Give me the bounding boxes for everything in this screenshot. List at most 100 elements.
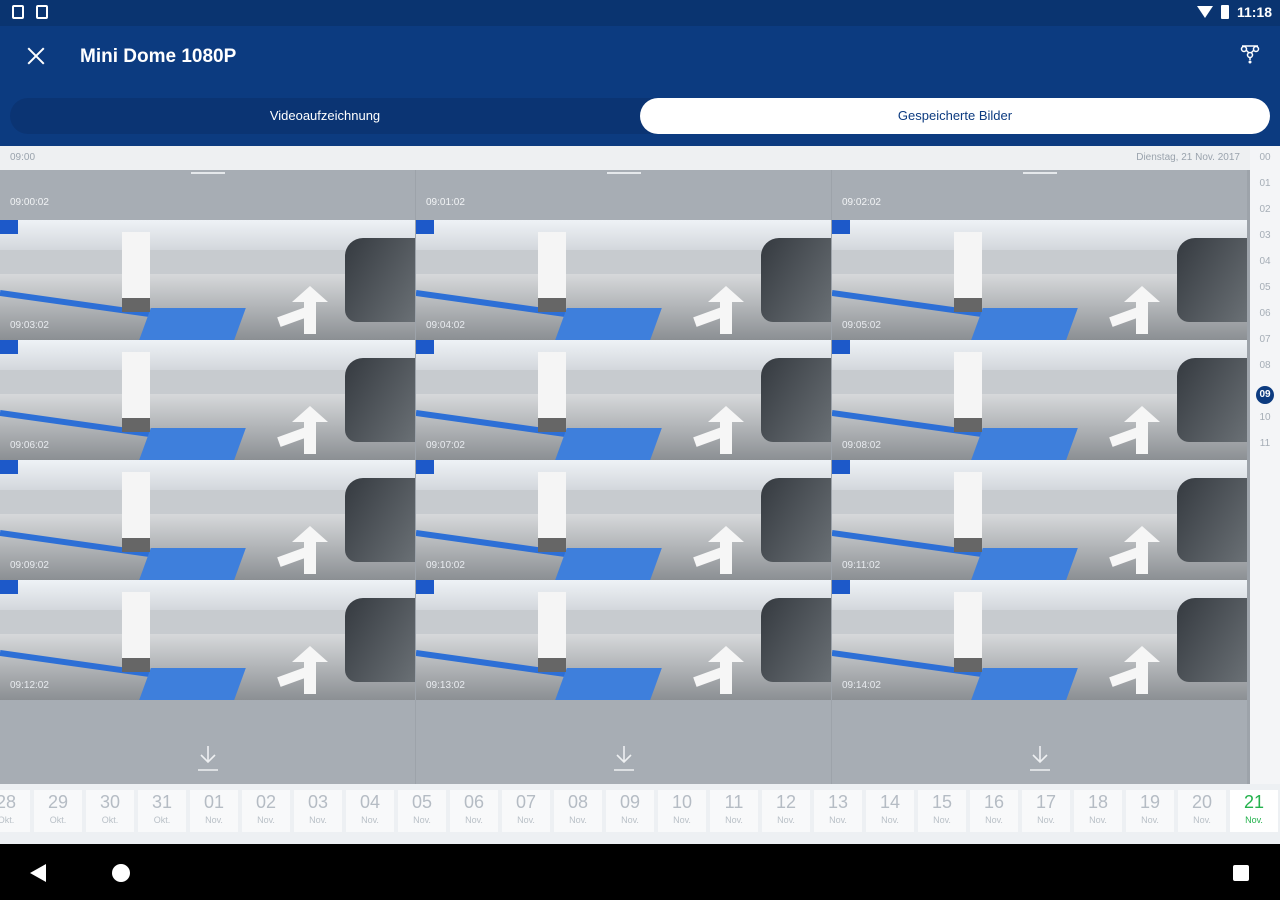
hour-label[interactable]: 03 [1250,230,1280,241]
hour-text: 08 [1259,360,1271,371]
date-chip[interactable]: 28 Okt. [0,790,30,832]
download-icon[interactable] [1028,744,1052,774]
date-chip[interactable]: 05 Nov. [398,790,446,832]
recents-button[interactable] [1233,865,1249,881]
date-chip[interactable]: 01 Nov. [190,790,238,832]
snapshot-thumbnail[interactable]: 09:13:02 [416,580,831,700]
snapshot-thumbnail[interactable]: 09:07:02 [416,340,831,460]
drag-handle[interactable] [606,172,641,174]
date-chip[interactable]: 03 Nov. [294,790,342,832]
hour-label[interactable]: 04 [1250,256,1280,267]
tab-gespeicherte-bilder[interactable]: Gespeicherte Bilder [640,98,1270,134]
snapshot-thumbnail[interactable]: 09:11:02 [832,460,1247,580]
date-chip[interactable]: 07 Nov. [502,790,550,832]
date-chip[interactable]: 06 Nov. [450,790,498,832]
hour-label[interactable]: 05 [1250,282,1280,293]
snapshot-thumbnail[interactable]: 09:08:02 [832,340,1247,460]
hour-scrubber[interactable]: 00 01 02 03 04 05 06 07 08 09 10 11 [1250,146,1280,786]
date-chip[interactable]: 18 Nov. [1074,790,1122,832]
thumbnail-car [345,238,415,322]
thumbnail-pillar [122,472,150,552]
date-chip[interactable]: 15 Nov. [918,790,966,832]
close-icon[interactable] [24,44,48,68]
hour-label[interactable]: 06 [1250,308,1280,319]
thumbnail-timestamp: 09:05:02 [842,320,881,331]
tab-videoaufzeichnung[interactable]: Videoaufzeichnung [10,98,640,134]
date-chip[interactable]: 14 Nov. [866,790,914,832]
hour-label[interactable]: 01 [1250,178,1280,189]
snapshot-thumbnail[interactable]: 09:04:02 [416,220,831,340]
notification-icons [12,5,48,19]
drag-handle[interactable] [1022,172,1057,174]
date-month: Okt. [49,815,67,825]
date-chip[interactable]: 12 Nov. [762,790,810,832]
hour-text: 04 [1259,256,1271,267]
date-chip[interactable]: 09 Nov. [606,790,654,832]
date-chip[interactable]: 11 Nov. [710,790,758,832]
date-chip[interactable]: 08 Nov. [554,790,602,832]
image-grid: 09:00:02 09:03:02 09:06:02 09:09:02 09:12:02… [0,170,1250,784]
thumbnail-timestamp: 09:14:02 [842,680,881,691]
date-day: 04 [359,792,381,812]
clock: 11:18 [1236,4,1272,20]
hour-label[interactable]: 07 [1250,334,1280,345]
date-chip[interactable]: 19 Nov. [1126,790,1174,832]
column-header: 09:02:02 [832,170,1247,220]
date-month: Nov. [465,815,483,825]
status-bar: 11:18 [0,0,1280,26]
thumbnail-pillar [538,472,566,552]
date-chip[interactable]: 04 Nov. [346,790,394,832]
hour-text: 03 [1259,230,1271,241]
network-icon[interactable] [1240,44,1260,64]
snapshot-thumbnail[interactable]: 09:14:02 [832,580,1247,700]
date-strip[interactable]: 28 Okt. 29 Okt. 30 Okt. 31 Okt. 01 Nov. 02 Nov. 03 No… [0,784,1280,844]
download-icon[interactable] [196,744,220,774]
date-chip[interactable]: 13 Nov. [814,790,862,832]
date-chip[interactable]: 21 Nov. [1230,790,1278,832]
thumbnail-pillar [122,232,150,312]
download-icon[interactable] [612,744,636,774]
date-chip[interactable]: 30 Okt. [86,790,134,832]
hour-label[interactable]: 02 [1250,204,1280,215]
date-day: 30 [99,792,121,812]
back-button[interactable] [30,864,46,882]
date-chip[interactable]: 20 Nov. [1178,790,1226,832]
thumbnail-pillar [122,352,150,432]
snapshot-thumbnail[interactable]: 09:05:02 [832,220,1247,340]
hour-label[interactable]: 11 [1250,438,1280,449]
date-month: Nov. [413,815,431,825]
date-chip[interactable]: 10 Nov. [658,790,706,832]
hour-label[interactable]: 00 [1250,152,1280,163]
thumbnail-sign [0,580,18,594]
date-month: Nov. [725,815,743,825]
date-chip[interactable]: 29 Okt. [34,790,82,832]
hour-label[interactable]: 10 [1250,412,1280,423]
hour-text: 01 [1259,178,1271,189]
date-chip[interactable]: 16 Nov. [970,790,1018,832]
drag-handle[interactable] [190,172,225,174]
date-month: Nov. [1141,815,1159,825]
date-day: 14 [879,792,901,812]
snapshot-thumbnail[interactable]: 09:09:02 [0,460,415,580]
hour-label[interactable]: 08 [1250,360,1280,371]
snapshot-thumbnail[interactable]: 09:06:02 [0,340,415,460]
column-time: 09:00:02 [10,197,49,208]
hour-text: 07 [1259,334,1271,345]
date-day: 06 [463,792,485,812]
snapshot-thumbnail[interactable]: 09:10:02 [416,460,831,580]
date-chip[interactable]: 17 Nov. [1022,790,1070,832]
hour-text: 00 [1259,152,1271,163]
thumbnail-timestamp: 09:06:02 [10,440,49,451]
hour-text: 11 [1259,438,1271,449]
snapshot-thumbnail[interactable]: 09:12:02 [0,580,415,700]
thumbnail-floor-marking [555,308,662,340]
date-chip[interactable]: 31 Okt. [138,790,186,832]
home-button[interactable] [112,864,130,882]
thumbnail-floor-marking [555,428,662,460]
hour-label[interactable]: 09 [1250,386,1280,404]
thumbnail-pillar [954,352,982,432]
device-notification-icon [36,5,48,19]
date-chip[interactable]: 02 Nov. [242,790,290,832]
snapshot-thumbnail[interactable]: 09:03:02 [0,220,415,340]
thumbnail-timestamp: 09:11:02 [842,560,881,571]
